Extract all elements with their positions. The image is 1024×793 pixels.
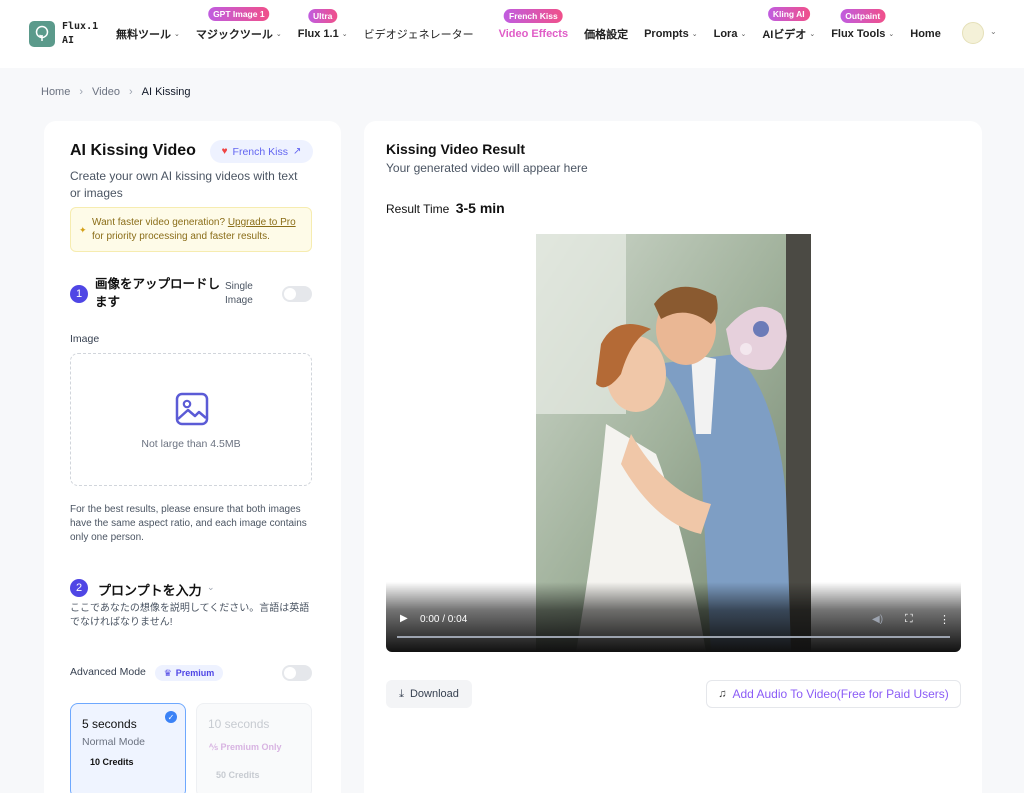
- advanced-mode-label: Advanced Mode: [70, 666, 146, 678]
- play-icon[interactable]: ▶: [400, 613, 408, 624]
- chevron-right-icon: ›: [128, 86, 133, 98]
- nav-badge: GPT Image 1: [208, 7, 270, 21]
- single-image-label: Single Image: [225, 281, 253, 306]
- chevron-down-icon: ⌄: [275, 31, 282, 38]
- upgrade-prefix: Want faster video generation?: [92, 217, 226, 228]
- single-image-toggle[interactable]: [282, 286, 312, 302]
- step-2-number: 2: [70, 579, 88, 597]
- chevron-down-icon: ⌄: [174, 31, 180, 38]
- add-audio-button[interactable]: ♫ Add Audio To Video(Free for Paid Users…: [706, 680, 961, 708]
- french-kiss-label: French Kiss: [232, 145, 288, 158]
- page-title: AI Kissing Video: [70, 142, 196, 159]
- chevron-down-icon: ⌄: [341, 31, 348, 38]
- top-header: Flux.1 AI 無料ツール ⌄ GPT Image 1 マジックツール ⌄ Ult…: [0, 0, 1024, 68]
- brand-logo[interactable]: Flux.1 AI: [29, 20, 102, 48]
- video-progress-bar[interactable]: [397, 636, 950, 638]
- main-nav: 無料ツール ⌄ GPT Image 1 マジックツール ⌄ Ultra Flux 1.1…: [116, 0, 957, 68]
- option-mode: Normal Mode: [82, 736, 146, 748]
- option-credits: 10 Credits: [90, 757, 134, 767]
- option-duration: 5 seconds: [82, 717, 137, 731]
- breadcrumb: Home › Video › AI Kissing: [41, 86, 191, 98]
- download-button[interactable]: ⤓ Download: [386, 680, 472, 708]
- avatar[interactable]: [962, 22, 984, 44]
- lock-icon: ⅍: [209, 742, 221, 752]
- nav-badge: Outpaint: [840, 9, 886, 23]
- upgrade-link[interactable]: Upgrade to Pro: [228, 217, 296, 228]
- add-audio-label: Add Audio To Video(Free for Paid Users): [732, 687, 949, 701]
- external-link-icon: ↗: [292, 146, 302, 157]
- video-time: 0:00 / 0:04: [420, 614, 468, 625]
- volume-icon[interactable]: ◀): [872, 614, 883, 625]
- brand-name-line2: AI: [62, 35, 75, 46]
- duration-option-5s[interactable]: ✓ 5 seconds Normal Mode 10 Credits: [70, 703, 186, 793]
- nav-flux-tools[interactable]: Outpaint Flux Tools ⌄: [831, 9, 895, 40]
- nav-video-effects[interactable]: French Kiss Video Effects: [499, 9, 568, 40]
- chevron-right-icon: ›: [79, 86, 84, 98]
- option-credits: 50 Credits: [216, 770, 260, 780]
- option-duration: 10 seconds: [208, 717, 270, 731]
- nav-ai-video[interactable]: Kling AI AIビデオ ⌄: [762, 7, 816, 42]
- nav-prompts[interactable]: Prompts ⌄: [644, 28, 698, 40]
- option-premium-only-label: Premium Only: [220, 742, 282, 752]
- download-icon: ⤓: [399, 687, 404, 700]
- step-1-number: 1: [70, 285, 88, 303]
- result-time: Result Time 3-5 min: [386, 200, 505, 216]
- chevron-down-icon[interactable]: ⌄: [990, 27, 997, 36]
- page-description: Create your own AI kissing videos with t…: [70, 169, 298, 200]
- nav-free-tools[interactable]: 無料ツール ⌄: [116, 26, 180, 42]
- bolt-icon: ✦: [79, 225, 87, 235]
- step-2-title[interactable]: プロンプトを入力: [98, 580, 202, 599]
- dropzone-hint: Not large than 4.5MB: [141, 438, 241, 450]
- upload-tip: For the best results, please ensure that…: [70, 504, 307, 543]
- brand-name: Flux.1 AI: [62, 20, 102, 48]
- breadcrumb-video[interactable]: Video: [92, 86, 120, 98]
- advanced-mode-toggle[interactable]: [282, 665, 312, 681]
- chevron-down-icon[interactable]: ⌄: [207, 582, 215, 593]
- nav-flux-11[interactable]: Ultra Flux 1.1 ⌄: [298, 9, 348, 40]
- nav-badge: Kling AI: [767, 7, 810, 21]
- result-title: Kissing Video Result: [386, 141, 525, 157]
- chevron-down-icon: ⌄: [888, 31, 895, 38]
- image-dropzone[interactable]: Not large than 4.5MB: [70, 353, 312, 486]
- crown-icon: ♛: [163, 667, 172, 678]
- nav-video-generator[interactable]: ビデオジェネレーター: [364, 26, 474, 42]
- breadcrumb-home[interactable]: Home: [41, 86, 70, 98]
- brand-name-line1: Flux.1: [62, 21, 99, 32]
- heart-icon: ♥: [221, 146, 228, 157]
- premium-label: Premium: [175, 668, 215, 678]
- step-2-description: ここであなたの想像を説明してください。言語は英語でなければなりません!: [70, 603, 310, 628]
- duration-option-10s[interactable]: 10 seconds ⅍ Premium Only 50 Credits: [196, 703, 312, 793]
- breadcrumb-current: AI Kissing: [141, 86, 191, 98]
- upgrade-notice: ✦ Want faster video generation? Upgrade …: [70, 207, 312, 252]
- nav-badge: French Kiss: [504, 9, 563, 23]
- nav-badge: Ultra: [307, 9, 338, 23]
- fullscreen-icon[interactable]: ⛶: [905, 613, 913, 626]
- chevron-down-icon: ⌄: [691, 31, 698, 38]
- video-player[interactable]: ▶ 0:00 / 0:04 ◀) ⛶ ⋮: [386, 234, 961, 652]
- premium-badge: ♛ Premium: [155, 665, 223, 681]
- result-time-value: 3-5 min: [455, 200, 505, 216]
- download-label: Download: [409, 688, 459, 700]
- video-controls: ▶ 0:00 / 0:04 ◀) ⛶ ⋮: [386, 582, 961, 652]
- step-1-title: 画像をアップロードします: [95, 277, 221, 309]
- nav-pricing[interactable]: 価格設定: [584, 26, 628, 42]
- tree-logo-icon: [29, 21, 55, 47]
- check-icon: ✓: [165, 711, 177, 723]
- option-premium-only: ⅍ Premium Only: [209, 742, 282, 752]
- result-time-label: Result Time: [386, 202, 450, 216]
- generator-form-panel: AI Kissing Video ♥ French Kiss ↗ Create …: [44, 121, 341, 793]
- image-label: Image: [70, 333, 100, 345]
- chevron-down-icon: ⌄: [740, 31, 747, 38]
- result-subtitle: Your generated video will appear here: [386, 161, 588, 175]
- image-upload-icon: [175, 392, 209, 431]
- nav-home[interactable]: Home: [910, 28, 941, 40]
- nav-magic-tools[interactable]: GPT Image 1 マジックツール ⌄: [196, 7, 282, 42]
- nav-lora[interactable]: Lora ⌄: [714, 28, 747, 40]
- result-panel: Kissing Video Result Your generated vide…: [364, 121, 982, 793]
- chevron-down-icon: ⌄: [809, 31, 816, 38]
- music-note-icon: ♫: [718, 688, 727, 700]
- upgrade-suffix: for priority processing and faster resul…: [92, 231, 270, 242]
- more-options-icon[interactable]: ⋮: [939, 613, 950, 626]
- french-kiss-link[interactable]: ♥ French Kiss ↗: [210, 140, 313, 163]
